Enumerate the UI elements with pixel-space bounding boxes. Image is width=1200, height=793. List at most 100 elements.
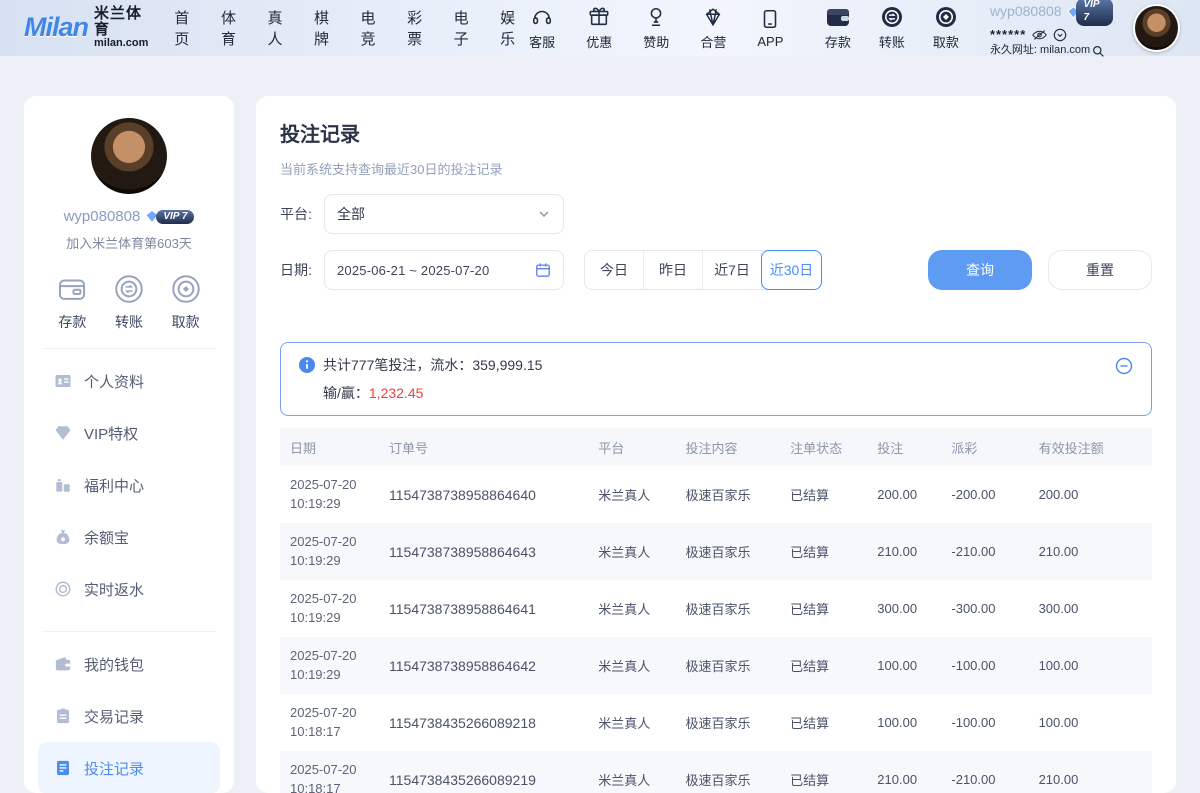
divider (42, 631, 216, 632)
col-order: 订单号 (389, 428, 598, 466)
sidebar-item-my-wallet[interactable]: 我的钱包 (38, 638, 220, 690)
sidebar-item-yuebao[interactable]: 余额宝 (38, 511, 220, 563)
nav-home[interactable]: 首页 (174, 7, 195, 49)
withdraw-icon (934, 5, 958, 29)
id-card-icon (54, 372, 72, 390)
table-row: 2025-07-2010:19:29 1154738738958864641 米… (280, 580, 1152, 637)
main-content: 投注记录 当前系统支持查询最近30日的投注记录 平台: 全部 日期: 2025-… (256, 96, 1176, 793)
site-logo[interactable]: Milan 米兰体育 milan.com (24, 6, 148, 49)
phone-icon (759, 7, 781, 31)
logo-domain: milan.com (94, 38, 148, 50)
sidebar-transfer-button[interactable]: 转账 (112, 272, 146, 332)
table-row: 2025-07-2010:19:29 1154738738958864640 米… (280, 466, 1152, 523)
sidebar-withdraw-button[interactable]: 取款 (169, 272, 203, 332)
partnership-button[interactable]: 合营 (692, 5, 735, 51)
table-header-row: 日期 订单号 平台 投注内容 注单状态 投注 派彩 有效投注额 (280, 428, 1152, 466)
nav-live[interactable]: 真人 (267, 7, 288, 49)
date-label: 日期: (280, 260, 324, 280)
masked-balance: ****** (990, 27, 1026, 43)
magnifier-icon[interactable] (1092, 45, 1105, 58)
col-status: 注单状态 (790, 428, 877, 466)
chevron-circle-icon[interactable] (1053, 28, 1067, 42)
my-wallet-icon (54, 655, 72, 673)
nav-slots[interactable]: 电子 (454, 7, 475, 49)
divider (42, 348, 216, 349)
nav-entertainment[interactable]: 娱乐 (500, 7, 521, 49)
nav-board-games[interactable]: 棋牌 (314, 7, 335, 49)
permanent-url: 永久网址: milan.com (990, 44, 1090, 58)
transfer-outline-icon (112, 272, 146, 306)
query-button[interactable]: 查询 (928, 250, 1032, 290)
user-info: wyp080808 VIP 7 ****** 永久网址: milan.com (990, 0, 1113, 58)
date-range-input[interactable]: 2025-06-21 ~ 2025-07-20 (324, 250, 564, 290)
bet-records-table: 日期 订单号 平台 投注内容 注单状态 投注 派彩 有效投注额 2025-07-… (280, 428, 1152, 793)
col-date: 日期 (280, 428, 389, 466)
table-row: 2025-07-2010:19:29 1154738738958864643 米… (280, 523, 1152, 580)
platform-label: 平台: (280, 204, 324, 224)
table-row: 2025-07-2010:19:29 1154738738958864642 米… (280, 637, 1152, 694)
win-loss-label: 输/赢： (323, 385, 369, 401)
main-nav: 首页 体育 真人 棋牌 电竞 彩票 电子 娱乐 (174, 7, 520, 49)
sidebar-item-welfare[interactable]: 福利中心 (38, 459, 220, 511)
transfer-icon (880, 5, 904, 29)
platform-select[interactable]: 全部 (324, 194, 564, 234)
money-bag-icon (54, 528, 72, 546)
reset-button[interactable]: 重置 (1048, 250, 1152, 290)
joined-days-text: 加入米兰体育第603天 (38, 233, 220, 252)
quick-date-7days[interactable]: 近7日 (703, 251, 762, 289)
sidebar-vip-badge: VIP 7 (144, 209, 194, 224)
col-content: 投注内容 (685, 428, 790, 466)
sidebar-item-rebate[interactable]: 实时返水 (38, 563, 220, 615)
summary-total-text: 共计777笔投注，流水：359,999.15 (323, 355, 542, 375)
app-download-button[interactable]: APP (749, 7, 792, 49)
nav-lottery[interactable]: 彩票 (407, 7, 428, 49)
table-row: 2025-07-2010:18:17 1154738435266089218 米… (280, 694, 1152, 751)
sidebar-avatar[interactable] (91, 118, 167, 194)
col-bet: 投注 (877, 428, 951, 466)
customer-service-button[interactable]: 客服 (521, 5, 564, 51)
logo-cn-name: 米兰体育 (94, 6, 148, 38)
sponsor-button[interactable]: 赞助 (635, 5, 678, 51)
bet-record-icon (54, 759, 72, 777)
calendar-icon (535, 262, 551, 278)
wallet-outline-icon (55, 272, 89, 306)
logo-script: Milan (24, 12, 88, 43)
collapse-summary-icon[interactable] (1115, 357, 1133, 375)
sidebar-item-transaction-record[interactable]: 交易记录 (38, 690, 220, 742)
transaction-record-icon (54, 707, 72, 725)
info-icon (299, 357, 315, 373)
sponsor-icon (645, 5, 667, 29)
transfer-button[interactable]: 转账 (870, 5, 914, 51)
sidebar-deposit-button[interactable]: 存款 (55, 272, 89, 332)
quick-date-yesterday[interactable]: 昨日 (644, 251, 703, 289)
sidebar-item-bet-record[interactable]: 投注记录 (38, 742, 220, 793)
chevron-down-icon (537, 207, 551, 221)
deposit-button[interactable]: 存款 (816, 5, 860, 51)
topbar-username: wyp080808 (990, 3, 1062, 21)
withdraw-button[interactable]: 取款 (924, 5, 968, 51)
vip-badge: VIP 7 (1066, 0, 1113, 26)
win-loss-value: 1,232.45 (369, 385, 424, 401)
nav-esports[interactable]: 电竞 (361, 7, 382, 49)
user-avatar[interactable] (1133, 4, 1180, 52)
deposit-icon (825, 5, 851, 29)
nav-sports[interactable]: 体育 (221, 7, 242, 49)
quick-date-today[interactable]: 今日 (585, 251, 644, 289)
col-valid: 有效投注额 (1039, 428, 1152, 466)
diamond-icon (54, 424, 72, 442)
sidebar-item-profile[interactable]: 个人资料 (38, 355, 220, 407)
sidebar-username: wyp080808 (64, 208, 141, 225)
quick-date-30days[interactable]: 近30日 (761, 250, 822, 290)
sidebar-item-vip[interactable]: VIP特权 (38, 407, 220, 459)
withdraw-outline-icon (169, 272, 203, 306)
page-subtitle: 当前系统支持查询最近30日的投注记录 (280, 159, 1152, 178)
headset-icon (531, 5, 553, 29)
eye-off-icon[interactable] (1032, 29, 1047, 41)
col-payout: 派彩 (951, 428, 1038, 466)
quick-date-group: 今日 昨日 近7日 近30日 (584, 250, 822, 290)
promotions-button[interactable]: 优惠 (578, 5, 621, 51)
partnership-icon (702, 5, 724, 29)
table-row: 2025-07-2010:18:17 1154738435266089219 米… (280, 751, 1152, 793)
col-platform: 平台 (598, 428, 685, 466)
topbar: Milan 米兰体育 milan.com 首页 体育 真人 棋牌 电竞 彩票 电… (0, 0, 1200, 56)
